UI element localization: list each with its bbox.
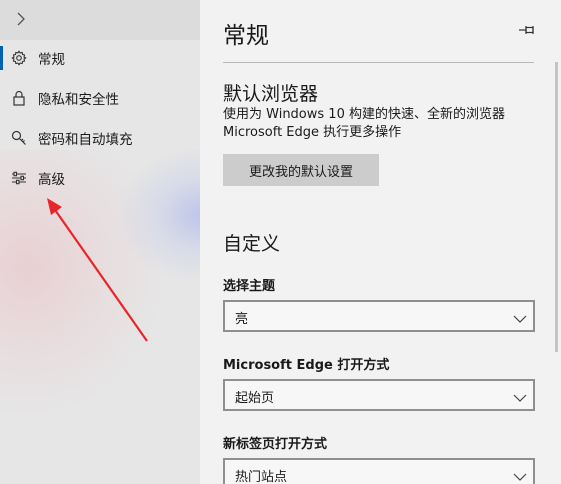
scrollbar[interactable]: [555, 62, 558, 352]
settings-content-pane: 常规 默认浏览器 使用为 Windows 10 构建的快速、全新的浏览器 Mic…: [200, 0, 561, 484]
nav-item-label: 密码和自动填充: [38, 132, 133, 148]
nav-item-advanced[interactable]: 高级: [0, 160, 200, 196]
settings-nav-pane: 常规 隐私和安全性 密码和自动填充 高级: [0, 0, 200, 484]
change-default-button[interactable]: 更改我的默认设置: [223, 154, 379, 186]
dropdown-value: 亮: [235, 312, 249, 327]
nav-item-general[interactable]: 常规: [0, 40, 200, 76]
lock-icon: [10, 89, 28, 107]
open-with-dropdown[interactable]: 起始页: [223, 379, 535, 411]
chevron-down-icon: [513, 389, 527, 402]
nav-item-label: 常规: [38, 52, 65, 68]
pin-icon[interactable]: [518, 22, 536, 36]
nav-item-privacy[interactable]: 隐私和安全性: [0, 80, 200, 116]
nav-item-passwords[interactable]: 密码和自动填充: [0, 120, 200, 156]
sliders-icon: [10, 169, 28, 187]
page-title: 常规: [223, 23, 269, 49]
description-line: 使用为 Windows 10 构建的快速、全新的浏览器: [223, 107, 505, 122]
gear-icon: [10, 49, 28, 67]
dropdown-value: 热门站点: [235, 470, 288, 484]
divider: [223, 62, 534, 63]
key-icon: [10, 129, 28, 147]
nav-item-label: 高级: [38, 172, 65, 188]
theme-label: 选择主题: [223, 279, 276, 294]
chevron-down-icon: [513, 468, 527, 481]
dropdown-value: 起始页: [235, 391, 275, 406]
open-with-label: Microsoft Edge 打开方式: [223, 358, 390, 373]
expand-chevron-icon[interactable]: [10, 8, 32, 30]
nav-item-label: 隐私和安全性: [38, 92, 119, 108]
customize-heading: 自定义: [223, 233, 281, 255]
default-browser-heading: 默认浏览器: [223, 83, 319, 105]
new-tab-dropdown[interactable]: 热门站点: [223, 458, 535, 484]
new-tab-label: 新标签页打开方式: [223, 437, 328, 452]
theme-dropdown[interactable]: 亮: [223, 300, 535, 332]
description-line: Microsoft Edge 执行更多操作: [223, 125, 402, 140]
chevron-down-icon: [513, 310, 527, 323]
default-browser-description: 使用为 Windows 10 构建的快速、全新的浏览器 Microsoft Ed…: [223, 106, 543, 142]
